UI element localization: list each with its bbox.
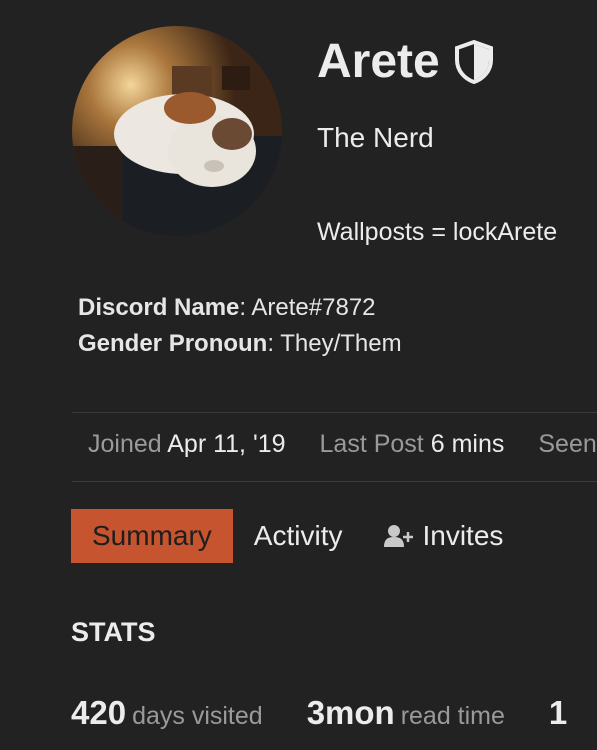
tab-summary[interactable]: Summary xyxy=(71,509,233,563)
field-label: Discord Name xyxy=(78,294,240,321)
profile-username: Arete xyxy=(317,34,494,89)
user-bio: Wallposts = lockArete xyxy=(317,218,558,246)
stat-partial: 1 xyxy=(548,694,568,731)
user-avatar[interactable] xyxy=(72,26,282,236)
tab-activity[interactable]: Activity xyxy=(233,509,364,563)
field-gender-pronoun: Gender Pronoun: They/Them xyxy=(78,330,402,357)
profile-nav: Summary Activity Invites xyxy=(71,509,524,563)
meta-joined: Joined Apr 11, '19 xyxy=(88,430,286,458)
field-label: Gender Pronoun xyxy=(78,330,268,357)
meta-seen: Seen xyxy=(538,430,597,458)
shield-icon xyxy=(454,39,494,84)
field-value: They/Them xyxy=(280,330,402,357)
stat-days-visited: 420 days visited xyxy=(71,694,263,731)
tab-invites-label: Invites xyxy=(422,520,504,551)
add-user-icon xyxy=(384,524,414,548)
tab-invites[interactable]: Invites xyxy=(363,509,524,563)
divider xyxy=(72,481,597,482)
user-title: The Nerd xyxy=(317,122,434,153)
field-value: Arete#7872 xyxy=(251,294,376,321)
stat-read-time: 3mon read time xyxy=(306,694,505,731)
field-discord-name: Discord Name: Arete#7872 xyxy=(78,294,376,321)
username-text: Arete xyxy=(317,35,440,88)
user-meta: Joined Apr 11, '19 Last Post 6 mins Seen xyxy=(88,430,597,459)
divider xyxy=(72,412,597,413)
stats-title: STATS xyxy=(71,617,156,647)
stats-list: 420 days visited 3mon read time 1 xyxy=(71,694,597,732)
meta-last-post: Last Post 6 mins xyxy=(319,430,505,458)
